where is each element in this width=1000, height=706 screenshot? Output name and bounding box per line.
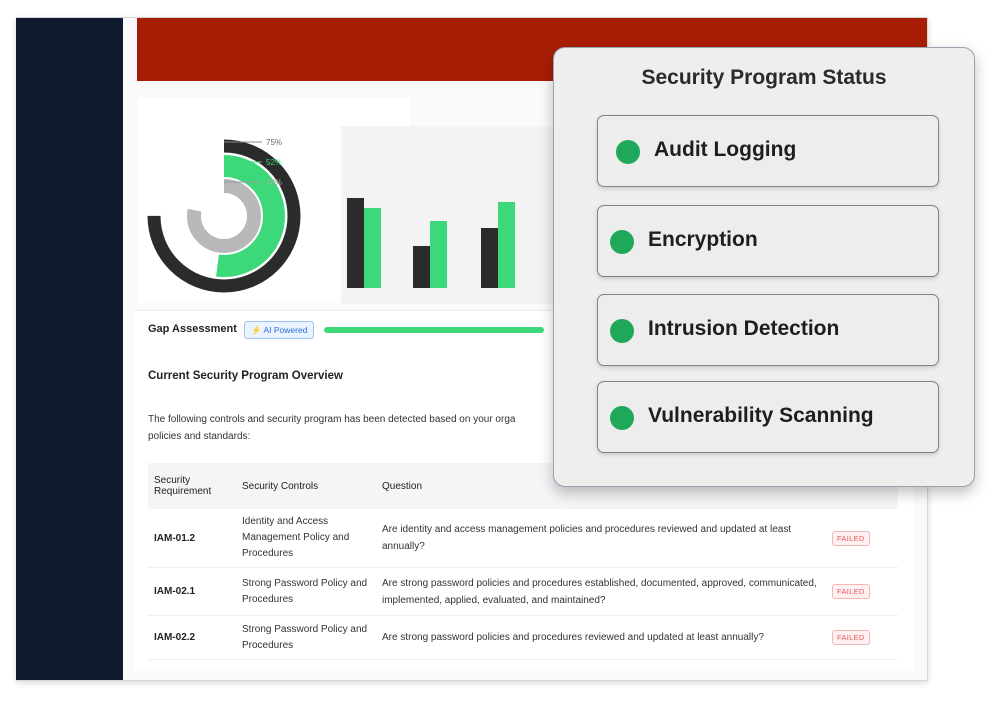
requirement-id: IAM-01.2 [148, 509, 236, 568]
gap-progress-bar [324, 327, 544, 333]
status-item-intrusion-detection[interactable]: Intrusion Detection [597, 294, 939, 366]
status-dot-icon [610, 406, 634, 430]
question-text: Are strong password policies and procedu… [376, 567, 826, 616]
bar-green-3 [498, 202, 515, 288]
donut-ring-inner [187, 179, 261, 253]
header-security-requirement: Security Requirement [148, 463, 236, 509]
status-dot-icon [610, 230, 634, 254]
bar-green-1 [364, 208, 381, 288]
gap-assessment-row: Gap Assessment ⚡ AI Powered [134, 310, 554, 352]
status-item-audit-logging[interactable]: Audit Logging [597, 115, 939, 187]
requirement-id: IAM-02.1 [148, 567, 236, 616]
security-status-panel: Security Program Status Audit Logging En… [553, 47, 975, 487]
status-badge: FAILED [832, 630, 870, 645]
status-badge: FAILED [832, 530, 870, 546]
status-item-label: Intrusion Detection [648, 317, 840, 340]
donut-label-1: 75% [266, 138, 282, 147]
status-dot-icon [616, 140, 640, 164]
donut-label-2: 52% [266, 158, 282, 167]
ai-sparkle-icon: ⚡ [251, 325, 262, 335]
security-control: Strong Password Policy and Procedures [236, 615, 376, 660]
table-row[interactable]: IAM-01.2 Identity and Access Management … [148, 509, 898, 568]
bar-green-2 [430, 221, 447, 288]
security-control: Identity and Access Management Policy an… [236, 509, 376, 568]
ai-powered-badge: ⚡ AI Powered [244, 321, 315, 339]
status-item-encryption[interactable]: Encryption [597, 205, 939, 277]
overview-title: Current Security Program Overview [148, 370, 343, 382]
bar-dark-2 [413, 246, 430, 288]
bar-dark-1 [347, 198, 364, 288]
status-badge: FAILED [832, 584, 870, 599]
question-text: Are identity and access management polic… [376, 509, 826, 568]
sidebar [16, 18, 123, 680]
security-control: Strong Password Policy and Procedures [236, 567, 376, 616]
status-dot-icon [610, 319, 634, 343]
table-row[interactable]: IAM-02.1 Strong Password Policy and Proc… [148, 567, 898, 616]
status-item-label: Audit Logging [654, 138, 797, 161]
status-panel-title: Security Program Status [641, 66, 887, 89]
donut-label-3: 78% [266, 178, 282, 187]
status-item-label: Vulnerability Scanning [648, 404, 874, 427]
ai-powered-label: AI Powered [263, 325, 308, 335]
status-item-vulnerability-scanning[interactable]: Vulnerability Scanning [597, 381, 939, 453]
overview-description: The following controls and security prog… [148, 414, 516, 442]
question-text: Are strong password policies and procedu… [376, 615, 826, 660]
table-row[interactable]: IAM-02.2 Strong Password Policy and Proc… [148, 615, 898, 660]
bar-dark-3 [481, 228, 498, 288]
bar-chart-card [341, 126, 553, 304]
requirements-table: Security Requirement Security Controls Q… [148, 463, 898, 660]
requirement-id: IAM-02.2 [148, 615, 236, 660]
status-item-label: Encryption [648, 228, 758, 251]
gap-assessment-title: Gap Assessment [148, 323, 237, 335]
header-security-controls: Security Controls [236, 463, 376, 509]
